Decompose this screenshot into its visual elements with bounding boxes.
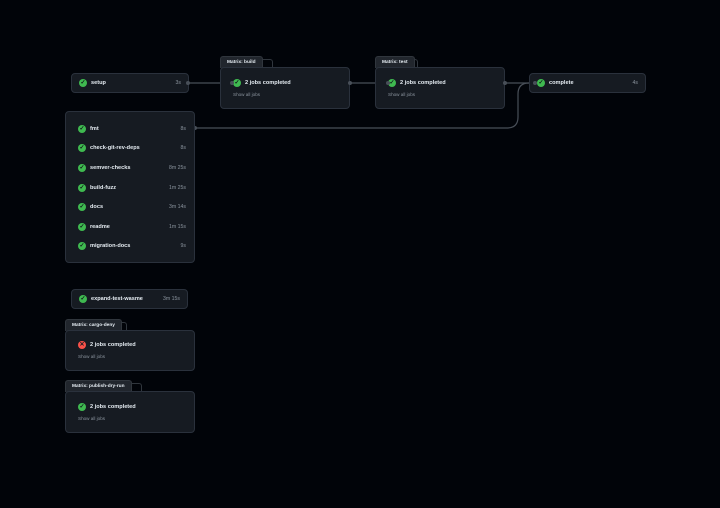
connector-dot <box>230 81 234 85</box>
job-duration: 9s <box>180 243 186 250</box>
job-duration: 8s <box>180 125 186 132</box>
job-duration: 1m 15s <box>168 223 186 230</box>
job-name: docs <box>90 204 104 211</box>
success-check-icon: ✓ <box>78 222 86 231</box>
show-all-jobs-link[interactable]: Show all jobs <box>78 354 194 359</box>
job-fmt[interactable]: ✓ fmt 8s <box>66 119 194 139</box>
success-check-icon: ✓ <box>79 295 87 303</box>
success-check-icon: ✓ <box>78 144 86 153</box>
job-readme[interactable]: ✓ readme 1m 15s <box>66 217 194 237</box>
connector-dot <box>533 81 537 85</box>
success-check-icon: ✓ <box>78 203 86 212</box>
show-all-jobs-link[interactable]: Show all jobs <box>78 416 194 421</box>
matrix-publish-dry-run-card[interactable]: ✓ 2 jobs completed Show all jobs <box>65 391 195 433</box>
job-duration: 1m 25s <box>168 184 186 191</box>
job-name: migration-docs <box>90 243 131 250</box>
success-check-icon: ✓ <box>78 183 86 192</box>
job-name: fmt <box>90 125 99 132</box>
matrix-test-card[interactable]: ✓ 2 jobs completed Show all jobs <box>375 67 505 109</box>
failure-x-icon: ✕ <box>78 341 86 349</box>
connector-dot <box>503 81 507 85</box>
job-duration: 3s <box>175 80 181 86</box>
matrix-cargo-deny-card[interactable]: ✕ 2 jobs completed Show all jobs <box>65 330 195 371</box>
matrix-status: 2 jobs completed <box>90 404 136 410</box>
success-check-icon: ✓ <box>78 124 86 133</box>
matrix-build-card[interactable]: ✓ 2 jobs completed Show all jobs <box>220 67 350 109</box>
job-name: setup <box>91 80 106 86</box>
matrix-status: 2 jobs completed <box>245 80 291 86</box>
job-name: build-fuzz <box>90 184 117 191</box>
job-duration: 8s <box>180 145 186 152</box>
job-group: ✓ fmt 8s ✓ check-git-rev-deps 8s ✓ semve… <box>65 111 195 263</box>
job-name: check-git-rev-deps <box>90 145 140 152</box>
connector-dot <box>386 81 390 85</box>
success-check-icon: ✓ <box>78 242 86 251</box>
job-name: complete <box>549 80 574 86</box>
job-duration: 4s <box>632 80 638 86</box>
job-name: readme <box>90 223 110 230</box>
connector-dot <box>186 81 190 85</box>
job-migration-docs[interactable]: ✓ migration-docs 9s <box>66 237 194 257</box>
job-docs[interactable]: ✓ docs 3m 14s <box>66 197 194 217</box>
job-name: semver-checks <box>90 164 131 171</box>
success-check-icon: ✓ <box>78 163 86 172</box>
matrix-status: 2 jobs completed <box>400 80 446 86</box>
job-expand-test-wasme[interactable]: ✓ expand-test-wasme 3m 15s <box>71 289 188 309</box>
matrix-status: 2 jobs completed <box>90 342 136 348</box>
job-build-fuzz[interactable]: ✓ build-fuzz 1m 25s <box>66 178 194 198</box>
success-check-icon: ✓ <box>78 403 86 411</box>
job-name: expand-test-wasme <box>91 296 143 302</box>
success-check-icon: ✓ <box>233 79 241 87</box>
connector-dot <box>348 81 352 85</box>
show-all-jobs-link[interactable]: Show all jobs <box>388 92 504 97</box>
job-complete[interactable]: ✓ complete 4s <box>529 73 646 93</box>
job-check-git-rev-deps[interactable]: ✓ check-git-rev-deps 8s <box>66 139 194 159</box>
success-check-icon: ✓ <box>79 79 87 87</box>
job-setup[interactable]: ✓ setup 3s <box>71 73 189 93</box>
success-check-icon: ✓ <box>537 79 545 87</box>
job-duration: 3m 14s <box>168 204 186 211</box>
job-semver-checks[interactable]: ✓ semver-checks 8m 25s <box>66 158 194 178</box>
job-duration: 8m 25s <box>168 164 186 171</box>
show-all-jobs-link[interactable]: Show all jobs <box>233 92 349 97</box>
job-duration: 3m 15s <box>162 296 180 302</box>
